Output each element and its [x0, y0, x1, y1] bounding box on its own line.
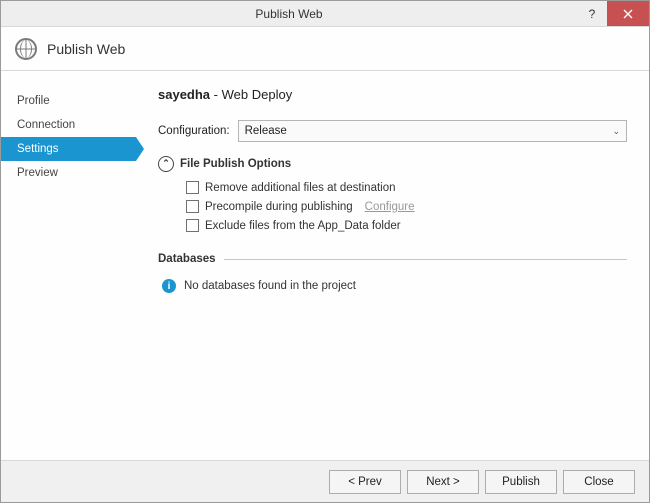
remove-additional-row: Remove additional files at destination	[186, 178, 627, 197]
sidebar: Profile Connection Settings Preview	[1, 71, 136, 460]
titlebar: Publish Web ?	[1, 1, 649, 27]
precompile-checkbox[interactable]	[186, 200, 199, 213]
divider	[224, 259, 627, 260]
configuration-value: Release	[245, 125, 287, 137]
configuration-row: Configuration: Release ⌄	[158, 120, 627, 142]
close-button[interactable]: Close	[563, 470, 635, 494]
exclude-appdata-row: Exclude files from the App_Data folder	[186, 216, 627, 235]
no-databases-text: No databases found in the project	[184, 280, 356, 292]
publish-web-dialog: Publish Web ? Publish Web Profile Connec…	[0, 0, 650, 503]
dialog-body: Profile Connection Settings Preview saye…	[1, 71, 649, 460]
publish-method: Web Deploy	[222, 87, 293, 102]
chevron-up-icon: ⌃	[158, 156, 174, 172]
remove-additional-checkbox[interactable]	[186, 181, 199, 194]
info-icon: i	[162, 279, 176, 293]
header: Publish Web	[1, 27, 649, 71]
file-publish-options-expander[interactable]: ⌃ File Publish Options	[158, 156, 627, 172]
remove-additional-label: Remove additional files at destination	[205, 182, 396, 194]
databases-label: Databases	[158, 253, 216, 265]
databases-section-header: Databases	[158, 253, 627, 265]
page-title: sayedha - Web Deploy	[158, 87, 627, 102]
publish-button[interactable]: Publish	[485, 470, 557, 494]
settings-panel: sayedha - Web Deploy Configuration: Rele…	[136, 71, 649, 460]
window-title: Publish Web	[1, 7, 577, 21]
no-databases-message: i No databases found in the project	[158, 275, 627, 297]
profile-name: sayedha	[158, 87, 210, 102]
precompile-configure-link[interactable]: Configure	[365, 201, 415, 213]
header-title: Publish Web	[47, 41, 125, 57]
close-icon[interactable]	[607, 1, 649, 26]
chevron-down-icon: ⌄	[612, 126, 620, 137]
configuration-label: Configuration:	[158, 125, 230, 137]
file-publish-options-label: File Publish Options	[180, 158, 291, 170]
exclude-appdata-label: Exclude files from the App_Data folder	[205, 220, 401, 232]
window-controls: ?	[577, 1, 649, 26]
next-button[interactable]: Next >	[407, 470, 479, 494]
precompile-row: Precompile during publishing Configure	[186, 197, 627, 216]
sidebar-item-preview[interactable]: Preview	[1, 161, 136, 185]
help-button[interactable]: ?	[577, 1, 607, 26]
file-publish-options: Remove additional files at destination P…	[158, 178, 627, 235]
globe-icon	[15, 38, 37, 60]
exclude-appdata-checkbox[interactable]	[186, 219, 199, 232]
sidebar-item-connection[interactable]: Connection	[1, 113, 136, 137]
prev-button[interactable]: < Prev	[329, 470, 401, 494]
configuration-select[interactable]: Release ⌄	[238, 120, 627, 142]
footer: < Prev Next > Publish Close	[1, 460, 649, 502]
sidebar-item-profile[interactable]: Profile	[1, 89, 136, 113]
precompile-label: Precompile during publishing	[205, 201, 353, 213]
sidebar-item-settings[interactable]: Settings	[1, 137, 136, 161]
